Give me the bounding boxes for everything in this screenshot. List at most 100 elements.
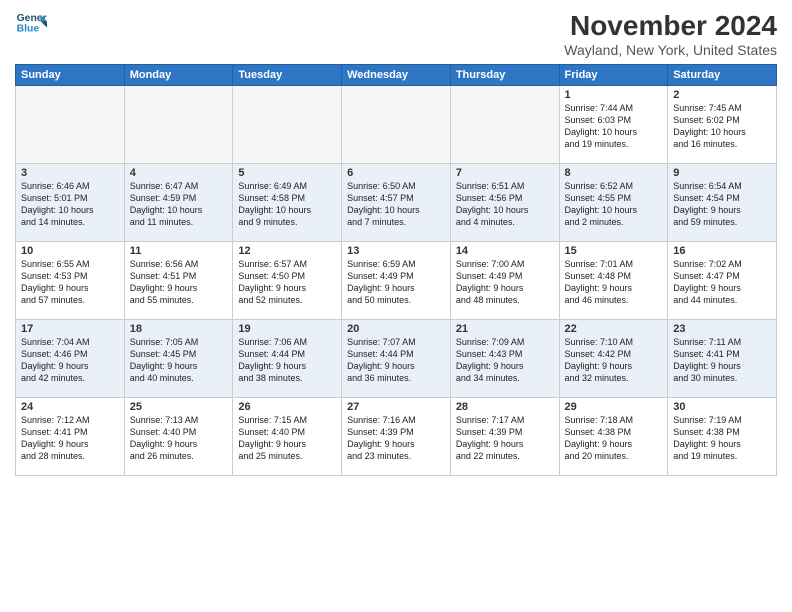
day-info: Sunrise: 7:01 AM Sunset: 4:48 PM Dayligh…	[565, 258, 663, 307]
logo: General Blue	[15, 10, 47, 38]
calendar-cell: 26Sunrise: 7:15 AM Sunset: 4:40 PM Dayli…	[233, 398, 342, 476]
day-info: Sunrise: 6:56 AM Sunset: 4:51 PM Dayligh…	[130, 258, 228, 307]
calendar-cell	[124, 86, 233, 164]
day-info: Sunrise: 6:50 AM Sunset: 4:57 PM Dayligh…	[347, 180, 445, 229]
month-title: November 2024	[564, 10, 777, 42]
day-info: Sunrise: 7:00 AM Sunset: 4:49 PM Dayligh…	[456, 258, 554, 307]
location: Wayland, New York, United States	[564, 42, 777, 58]
day-number: 28	[456, 401, 554, 413]
header-row: General Blue November 2024 Wayland, New …	[15, 10, 777, 58]
calendar-cell: 17Sunrise: 7:04 AM Sunset: 4:46 PM Dayli…	[16, 320, 125, 398]
calendar-cell: 22Sunrise: 7:10 AM Sunset: 4:42 PM Dayli…	[559, 320, 668, 398]
calendar-cell: 4Sunrise: 6:47 AM Sunset: 4:59 PM Daylig…	[124, 164, 233, 242]
calendar-cell: 28Sunrise: 7:17 AM Sunset: 4:39 PM Dayli…	[450, 398, 559, 476]
day-info: Sunrise: 6:52 AM Sunset: 4:55 PM Dayligh…	[565, 180, 663, 229]
weekday-header-thursday: Thursday	[450, 65, 559, 86]
calendar-cell: 1Sunrise: 7:44 AM Sunset: 6:03 PM Daylig…	[559, 86, 668, 164]
calendar-week-1: 3Sunrise: 6:46 AM Sunset: 5:01 PM Daylig…	[16, 164, 777, 242]
day-info: Sunrise: 6:49 AM Sunset: 4:58 PM Dayligh…	[238, 180, 336, 229]
day-info: Sunrise: 6:57 AM Sunset: 4:50 PM Dayligh…	[238, 258, 336, 307]
day-number: 9	[673, 167, 771, 179]
calendar-cell: 19Sunrise: 7:06 AM Sunset: 4:44 PM Dayli…	[233, 320, 342, 398]
day-info: Sunrise: 7:44 AM Sunset: 6:03 PM Dayligh…	[565, 102, 663, 151]
day-number: 4	[130, 167, 228, 179]
day-number: 15	[565, 245, 663, 257]
day-info: Sunrise: 6:59 AM Sunset: 4:49 PM Dayligh…	[347, 258, 445, 307]
day-number: 20	[347, 323, 445, 335]
calendar-cell: 5Sunrise: 6:49 AM Sunset: 4:58 PM Daylig…	[233, 164, 342, 242]
day-info: Sunrise: 6:54 AM Sunset: 4:54 PM Dayligh…	[673, 180, 771, 229]
calendar-cell: 27Sunrise: 7:16 AM Sunset: 4:39 PM Dayli…	[342, 398, 451, 476]
day-info: Sunrise: 7:02 AM Sunset: 4:47 PM Dayligh…	[673, 258, 771, 307]
day-info: Sunrise: 7:07 AM Sunset: 4:44 PM Dayligh…	[347, 336, 445, 385]
page-container: General Blue November 2024 Wayland, New …	[0, 0, 792, 481]
day-info: Sunrise: 7:17 AM Sunset: 4:39 PM Dayligh…	[456, 414, 554, 463]
day-number: 7	[456, 167, 554, 179]
day-number: 24	[21, 401, 119, 413]
day-info: Sunrise: 7:09 AM Sunset: 4:43 PM Dayligh…	[456, 336, 554, 385]
calendar-cell: 18Sunrise: 7:05 AM Sunset: 4:45 PM Dayli…	[124, 320, 233, 398]
calendar-cell: 20Sunrise: 7:07 AM Sunset: 4:44 PM Dayli…	[342, 320, 451, 398]
day-info: Sunrise: 7:12 AM Sunset: 4:41 PM Dayligh…	[21, 414, 119, 463]
day-number: 8	[565, 167, 663, 179]
calendar-cell: 29Sunrise: 7:18 AM Sunset: 4:38 PM Dayli…	[559, 398, 668, 476]
day-info: Sunrise: 7:19 AM Sunset: 4:38 PM Dayligh…	[673, 414, 771, 463]
day-info: Sunrise: 6:51 AM Sunset: 4:56 PM Dayligh…	[456, 180, 554, 229]
calendar-cell: 11Sunrise: 6:56 AM Sunset: 4:51 PM Dayli…	[124, 242, 233, 320]
calendar-cell	[450, 86, 559, 164]
weekday-header-sunday: Sunday	[16, 65, 125, 86]
day-number: 26	[238, 401, 336, 413]
calendar-week-0: 1Sunrise: 7:44 AM Sunset: 6:03 PM Daylig…	[16, 86, 777, 164]
day-number: 3	[21, 167, 119, 179]
calendar-cell: 15Sunrise: 7:01 AM Sunset: 4:48 PM Dayli…	[559, 242, 668, 320]
calendar-cell: 23Sunrise: 7:11 AM Sunset: 4:41 PM Dayli…	[668, 320, 777, 398]
calendar-cell: 14Sunrise: 7:00 AM Sunset: 4:49 PM Dayli…	[450, 242, 559, 320]
calendar-cell: 7Sunrise: 6:51 AM Sunset: 4:56 PM Daylig…	[450, 164, 559, 242]
day-number: 5	[238, 167, 336, 179]
day-info: Sunrise: 7:15 AM Sunset: 4:40 PM Dayligh…	[238, 414, 336, 463]
calendar-table: SundayMondayTuesdayWednesdayThursdayFrid…	[15, 64, 777, 476]
day-number: 21	[456, 323, 554, 335]
day-info: Sunrise: 7:04 AM Sunset: 4:46 PM Dayligh…	[21, 336, 119, 385]
day-number: 16	[673, 245, 771, 257]
weekday-header-friday: Friday	[559, 65, 668, 86]
calendar-cell	[233, 86, 342, 164]
day-number: 29	[565, 401, 663, 413]
calendar-cell	[342, 86, 451, 164]
day-info: Sunrise: 7:11 AM Sunset: 4:41 PM Dayligh…	[673, 336, 771, 385]
day-number: 13	[347, 245, 445, 257]
day-number: 19	[238, 323, 336, 335]
day-info: Sunrise: 7:06 AM Sunset: 4:44 PM Dayligh…	[238, 336, 336, 385]
logo-icon: General Blue	[15, 10, 47, 38]
calendar-cell: 30Sunrise: 7:19 AM Sunset: 4:38 PM Dayli…	[668, 398, 777, 476]
day-number: 17	[21, 323, 119, 335]
calendar-cell: 13Sunrise: 6:59 AM Sunset: 4:49 PM Dayli…	[342, 242, 451, 320]
calendar-week-4: 24Sunrise: 7:12 AM Sunset: 4:41 PM Dayli…	[16, 398, 777, 476]
calendar-cell: 25Sunrise: 7:13 AM Sunset: 4:40 PM Dayli…	[124, 398, 233, 476]
calendar-cell: 9Sunrise: 6:54 AM Sunset: 4:54 PM Daylig…	[668, 164, 777, 242]
calendar-cell: 24Sunrise: 7:12 AM Sunset: 4:41 PM Dayli…	[16, 398, 125, 476]
day-number: 18	[130, 323, 228, 335]
day-number: 11	[130, 245, 228, 257]
svg-text:Blue: Blue	[17, 24, 40, 35]
weekday-header-saturday: Saturday	[668, 65, 777, 86]
day-number: 25	[130, 401, 228, 413]
day-info: Sunrise: 6:46 AM Sunset: 5:01 PM Dayligh…	[21, 180, 119, 229]
day-info: Sunrise: 7:18 AM Sunset: 4:38 PM Dayligh…	[565, 414, 663, 463]
weekday-header-row: SundayMondayTuesdayWednesdayThursdayFrid…	[16, 65, 777, 86]
calendar-cell: 3Sunrise: 6:46 AM Sunset: 5:01 PM Daylig…	[16, 164, 125, 242]
day-info: Sunrise: 7:05 AM Sunset: 4:45 PM Dayligh…	[130, 336, 228, 385]
day-number: 10	[21, 245, 119, 257]
day-info: Sunrise: 6:55 AM Sunset: 4:53 PM Dayligh…	[21, 258, 119, 307]
day-info: Sunrise: 7:10 AM Sunset: 4:42 PM Dayligh…	[565, 336, 663, 385]
calendar-cell	[16, 86, 125, 164]
calendar-week-2: 10Sunrise: 6:55 AM Sunset: 4:53 PM Dayli…	[16, 242, 777, 320]
calendar-cell: 12Sunrise: 6:57 AM Sunset: 4:50 PM Dayli…	[233, 242, 342, 320]
day-number: 27	[347, 401, 445, 413]
calendar-week-3: 17Sunrise: 7:04 AM Sunset: 4:46 PM Dayli…	[16, 320, 777, 398]
weekday-header-monday: Monday	[124, 65, 233, 86]
day-info: Sunrise: 7:13 AM Sunset: 4:40 PM Dayligh…	[130, 414, 228, 463]
title-block: November 2024 Wayland, New York, United …	[564, 10, 777, 58]
day-info: Sunrise: 7:45 AM Sunset: 6:02 PM Dayligh…	[673, 102, 771, 151]
day-number: 1	[565, 89, 663, 101]
